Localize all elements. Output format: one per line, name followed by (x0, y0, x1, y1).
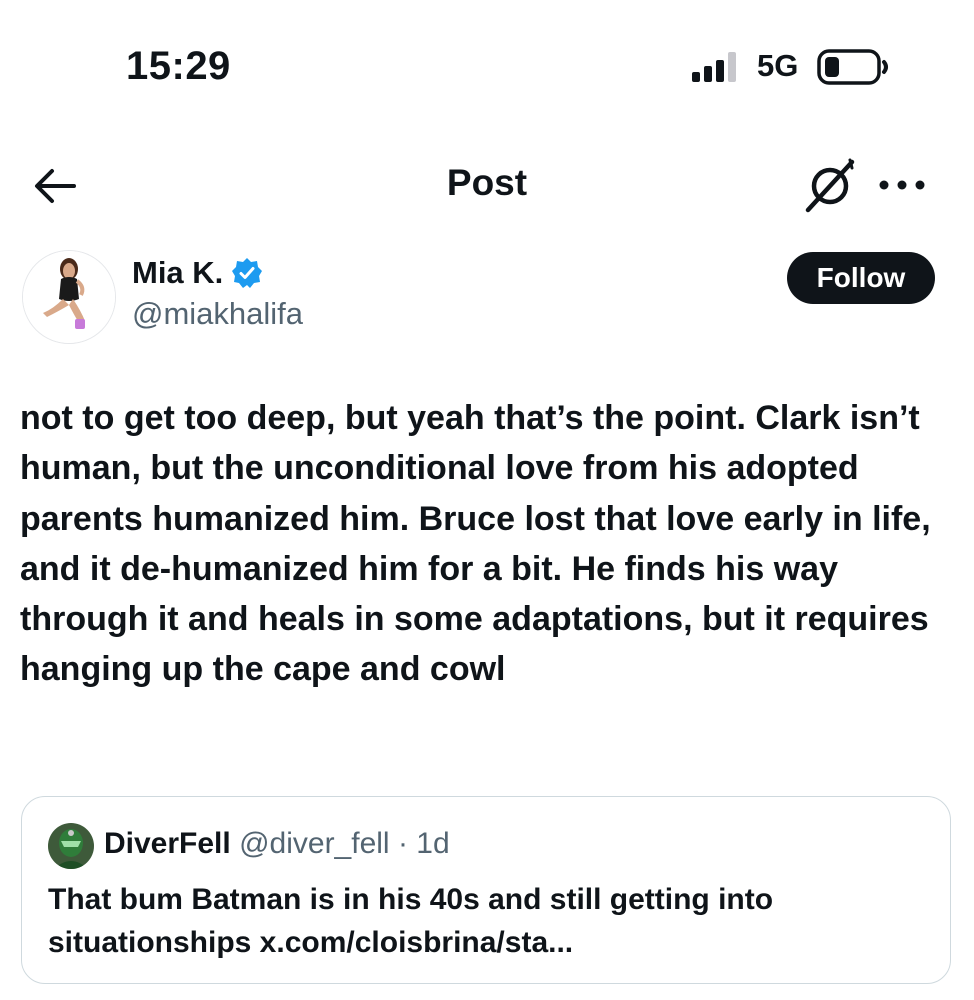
battery-icon (817, 49, 888, 85)
signal-icon (692, 52, 736, 82)
quote-author-name[interactable]: DiverFell (104, 827, 231, 860)
nav-bar: Post (0, 148, 974, 228)
quote-avatar[interactable] (48, 823, 94, 869)
quote-time: 1d (416, 827, 450, 860)
avatar[interactable] (22, 250, 116, 344)
quote-separator: · (397, 827, 408, 860)
network-type: 5G (757, 48, 799, 83)
quote-text: That bum Batman is in his 40s and still … (48, 883, 774, 959)
quote-header: DiverFell @diver_fell · 1d (104, 827, 450, 861)
grok-icon[interactable] (804, 158, 856, 214)
quoted-post[interactable]: DiverFell @diver_fell · 1d That bum Batm… (21, 796, 951, 984)
quote-author-handle[interactable]: @diver_fell (239, 827, 390, 860)
status-time: 15:29 (126, 44, 231, 88)
more-icon[interactable] (878, 170, 926, 200)
verified-badge-icon (232, 258, 263, 288)
author-name[interactable]: Mia K. (132, 255, 223, 291)
quote-avatar-image (48, 823, 94, 869)
author-handle[interactable]: @miakhalifa (132, 296, 303, 332)
author-name-row[interactable]: Mia K. (132, 255, 263, 291)
follow-button[interactable]: Follow (787, 252, 935, 304)
avatar-image (23, 251, 115, 343)
status-bar: 15:29 5G (0, 0, 974, 130)
post-text: not to get too deep, but yeah that’s the… (20, 399, 931, 689)
